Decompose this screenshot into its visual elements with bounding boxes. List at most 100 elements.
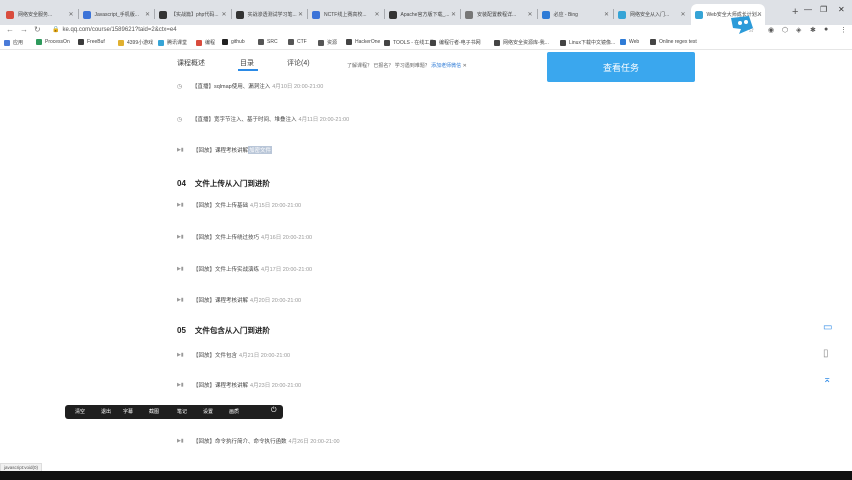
browser-tab[interactable]: 网络安全服务... ✕: [2, 4, 77, 25]
list-item[interactable]: ▶▮ 【回放】文件包含 4月21日 20:00-21:00: [177, 350, 290, 360]
list-item[interactable]: ▶▮ 【回放】文件上传绕过技巧 4月16日 20:00-21:00: [177, 232, 312, 242]
chapter-heading: 04 文件上传从入门到进阶: [177, 177, 270, 189]
tab-close-icon[interactable]: ✕: [145, 11, 150, 18]
video-control-button[interactable]: 字幕: [123, 408, 133, 415]
video-control-button[interactable]: 笔记: [177, 408, 187, 415]
browser-tab[interactable]: 网络安全从入门... ✕: [614, 4, 689, 25]
list-item[interactable]: ▶▮ 【回放】课程考核讲解 4月20日 20:00-21:00: [177, 295, 301, 305]
tab-favicon-icon: [541, 10, 550, 19]
bookmark-item[interactable]: CTF: [288, 39, 307, 45]
play-icon: ▶▮: [177, 266, 184, 272]
bookmark-item[interactable]: Linux下载中文镜像...: [560, 39, 615, 46]
bookmark-item[interactable]: SRC: [258, 39, 278, 45]
phone-icon[interactable]: ▯: [823, 348, 829, 359]
browser-tab[interactable]: Apache官方版下载_... ✕: [385, 4, 460, 25]
list-item[interactable]: ◷ 【直播】sqlmap使用、漏洞注入 4月10日 20:00-21:00: [177, 81, 323, 91]
bookmark-item[interactable]: ProcessOn: [36, 39, 70, 45]
bookmark-item[interactable]: github: [222, 39, 245, 45]
bookmark-item[interactable]: FreeBuf: [78, 39, 105, 45]
maximize-icon[interactable]: ❐: [820, 5, 827, 14]
bookmark-item[interactable]: TOOLS - 在线工具: [384, 39, 434, 46]
lesson-time: 4月10日 20:00-21:00: [272, 84, 324, 90]
browser-tab[interactable]: 安装配置教程详... ✕: [461, 4, 536, 25]
bookmark-item[interactable]: 编程行者-电子书网: [430, 39, 481, 46]
browser-tab[interactable]: 实战渗透测试学习笔... ✕: [232, 4, 307, 25]
puzzle-icon[interactable]: ✱: [810, 26, 816, 34]
bookmark-label: FreeBuf: [87, 39, 105, 45]
tab-overview[interactable]: 课程概述: [177, 58, 205, 68]
bookmark-favicon-icon: [78, 39, 84, 45]
bookmark-item[interactable]: 应用: [4, 39, 23, 46]
tab-close-icon[interactable]: ✕: [680, 11, 685, 18]
bookmark-item[interactable]: 网络安全资源库-我...: [494, 39, 549, 46]
bookmark-item[interactable]: 资源: [318, 39, 337, 46]
view-task-button[interactable]: 查看任务: [547, 52, 695, 82]
chapter-number: 04: [177, 178, 186, 188]
browser-tab[interactable]: NCTF线上赛高校... ✕: [308, 4, 383, 25]
bookmark-item[interactable]: Web: [620, 39, 639, 45]
tab-close-icon[interactable]: ✕: [221, 11, 226, 18]
bookmark-item[interactable]: 4399小游戏: [118, 39, 153, 46]
tab-favicon-icon: [618, 10, 626, 19]
play-icon: ▶▮: [177, 352, 184, 358]
play-icon: ▶▮: [177, 147, 184, 153]
chatbot-icon[interactable]: [729, 14, 755, 36]
browser-tab[interactable]: 【实战篇】php代码... ✕: [155, 4, 230, 25]
tab-reviews[interactable]: 评论(4): [287, 58, 310, 68]
list-item[interactable]: ▶▮ 【回放】命令执行简介、命令执行函数 4月26日 20:00-21:00: [177, 436, 340, 446]
github-icon[interactable]: ◉: [768, 26, 774, 34]
bookmark-label: 应用: [13, 40, 24, 46]
address-bar[interactable]: 🔒 ke.qq.com/course/1589621?taid=2&ctx=e4: [52, 26, 177, 33]
bookmark-label: Web: [629, 39, 640, 45]
tab-close-icon[interactable]: ✕: [374, 11, 379, 18]
video-control-button[interactable]: 退出: [101, 408, 111, 415]
bookmark-favicon-icon: [4, 39, 10, 46]
bookmark-favicon-icon: [346, 39, 352, 45]
bookmark-item[interactable]: HackerOne: [346, 39, 380, 45]
list-item[interactable]: ◷ 【直播】宽字节注入、基于时间、堆叠注入 4月11日 20:00-21:00: [177, 114, 349, 124]
bookmark-item[interactable]: Online regex test: [650, 39, 697, 45]
list-item[interactable]: ▶▮ 【回放】课程考核讲解 4月23日 20:00-21:00: [177, 380, 301, 390]
reload-icon[interactable]: ↻: [34, 25, 41, 34]
video-control-button[interactable]: 画质: [229, 408, 239, 415]
tab-favicon-icon: [694, 10, 703, 19]
tip-close-icon[interactable]: ✕: [463, 63, 467, 69]
list-item[interactable]: ▶▮ 【回放】文件上传基础 4月15日 20:00-21:00: [177, 200, 301, 210]
bookmark-item[interactable]: 编程: [196, 39, 215, 46]
tab-close-icon[interactable]: ✕: [298, 11, 303, 18]
tab-close-icon[interactable]: ✕: [451, 11, 456, 18]
tab-close-icon[interactable]: ✕: [604, 11, 609, 18]
chat-icon[interactable]: ▭: [823, 322, 832, 333]
power-icon[interactable]: ⏻: [271, 407, 277, 415]
minimize-icon[interactable]: —: [804, 5, 812, 14]
back-to-top-icon[interactable]: ⌅: [823, 374, 831, 385]
video-control-button[interactable]: 清空: [75, 408, 85, 415]
browser-tab[interactable]: Javascript_手机版... ✕: [79, 4, 154, 25]
profile-icon[interactable]: ●: [824, 26, 828, 33]
bookmark-favicon-icon: [384, 39, 390, 46]
add-teacher-link[interactable]: 添加老师微信: [431, 63, 461, 69]
new-tab-button[interactable]: +: [792, 6, 798, 18]
video-control-button[interactable]: 设置: [203, 408, 213, 415]
menu-icon[interactable]: ⋮: [840, 26, 847, 34]
tab-close-icon[interactable]: ✕: [68, 11, 73, 18]
video-control-button[interactable]: 截图: [149, 408, 159, 415]
close-window-icon[interactable]: ✕: [838, 5, 845, 14]
forward-icon[interactable]: →: [20, 25, 28, 34]
bookmark-item[interactable]: 腾讯课堂: [158, 39, 187, 46]
extension-icon[interactable]: ◈: [796, 26, 801, 34]
lesson-time: 4月21日 20:00-21:00: [239, 353, 291, 359]
extension-icon[interactable]: ⬡: [782, 26, 788, 34]
list-item[interactable]: ▶▮ 【回放】文件上传实战演练 4月17日 20:00-21:00: [177, 264, 312, 274]
browser-tab[interactable]: 必应 - Bing ✕: [538, 4, 613, 25]
bookmark-label: SRC: [267, 39, 278, 45]
bookmarks-bar: 应用 ProcessOn FreeBuf 4399小游戏 腾讯课堂 编程 github SRC…: [0, 38, 852, 50]
bookmark-favicon-icon: [36, 39, 42, 45]
play-icon: ▶▮: [177, 202, 184, 208]
tab-catalog[interactable]: 目录: [240, 58, 254, 68]
tab-close-icon[interactable]: ✕: [757, 11, 762, 18]
clock-icon: ◷: [177, 83, 183, 90]
tab-close-icon[interactable]: ✕: [527, 11, 532, 18]
list-item[interactable]: ▶▮ 【回放】课程考核讲解 加密文件: [177, 145, 273, 155]
back-icon[interactable]: ←: [6, 25, 14, 34]
